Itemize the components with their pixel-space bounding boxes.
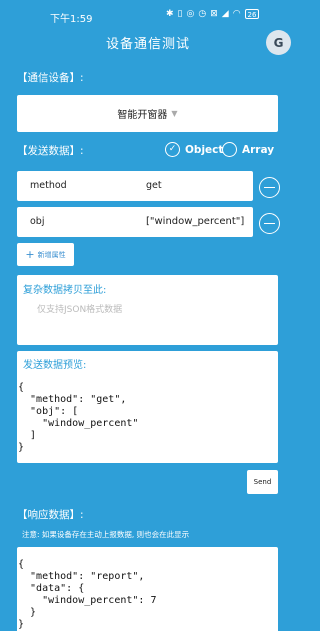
- device-section-label: 【通信设备】:: [17, 72, 84, 84]
- radio-array-label: Array: [242, 143, 275, 156]
- send-button[interactable]: Send: [247, 470, 278, 494]
- plus-icon: +: [25, 248, 35, 261]
- battery-icon: 26: [244, 9, 260, 19]
- add-field-button[interactable]: + 新增属性: [17, 243, 74, 266]
- device-select[interactable]: 智能开窗器 ▼: [17, 95, 278, 132]
- no-sim-icon: ⊠: [210, 9, 218, 19]
- alarm-icon: ◷: [198, 9, 207, 19]
- response-note: 注意: 如果设备存在主动上报数据, 则也会在此显示: [22, 530, 190, 539]
- field-key-input[interactable]: obj: [30, 216, 44, 227]
- preview-panel: 发送数据预览: { "method": "get", "obj": [ "win…: [17, 351, 278, 463]
- nfc-icon: ◎: [186, 9, 195, 19]
- response-content: { "method": "report", "data": { "window_…: [18, 559, 157, 630]
- title-bar: 设备通信测试 G: [0, 30, 296, 58]
- signal-icon: ◢: [221, 9, 229, 19]
- wifi-icon: ◠: [232, 9, 241, 19]
- bluetooth-icon: ✱: [166, 9, 174, 19]
- radio-object-label: Object: [185, 143, 224, 156]
- chevron-down-icon: ▼: [171, 109, 178, 118]
- status-bar: 下午1:59 ✱ ▯ ◎ ◷ ⊠ ◢ ◠ 26: [0, 0, 296, 30]
- radio-object[interactable]: ✓ Object: [165, 142, 223, 157]
- response-section-label: 【响应数据】:: [17, 509, 84, 521]
- send-section-label: 【发送数据】:: [17, 145, 84, 157]
- menu-button[interactable]: G: [266, 30, 291, 55]
- page-title: 设备通信测试: [105, 37, 190, 52]
- preview-content: { "method": "get", "obj": [ "window_perc…: [18, 382, 139, 453]
- menu-icon: G: [273, 35, 284, 50]
- field-value-input[interactable]: ["window_percent"]: [146, 216, 244, 227]
- radio-array[interactable]: Array: [222, 142, 274, 157]
- device-select-value: 智能开窗器: [117, 110, 168, 121]
- field-row-obj: obj ["window_percent"]: [17, 207, 253, 237]
- vibrate-icon: ▯: [177, 9, 183, 19]
- paste-textarea[interactable]: 复杂数据拷贝至此: 仅支持JSON格式数据: [17, 275, 278, 345]
- preview-label: 发送数据预览:: [23, 360, 87, 371]
- radio-empty-icon: [222, 142, 237, 157]
- field-key-input[interactable]: method: [30, 180, 67, 191]
- remove-field-button[interactable]: [259, 177, 280, 198]
- field-row-method: method get: [17, 171, 253, 201]
- status-icons: ✱ ▯ ◎ ◷ ⊠ ◢ ◠ 26: [166, 9, 260, 19]
- response-panel: { "method": "report", "data": { "window_…: [17, 547, 278, 631]
- status-time: 下午1:59: [50, 14, 93, 25]
- checkmark-icon: ✓: [165, 142, 180, 157]
- field-value-input[interactable]: get: [146, 180, 162, 191]
- paste-label: 复杂数据拷贝至此:: [23, 285, 107, 296]
- add-field-label: 新增属性: [37, 250, 66, 259]
- paste-placeholder: 仅支持JSON格式数据: [37, 305, 123, 315]
- remove-field-button[interactable]: [259, 213, 280, 234]
